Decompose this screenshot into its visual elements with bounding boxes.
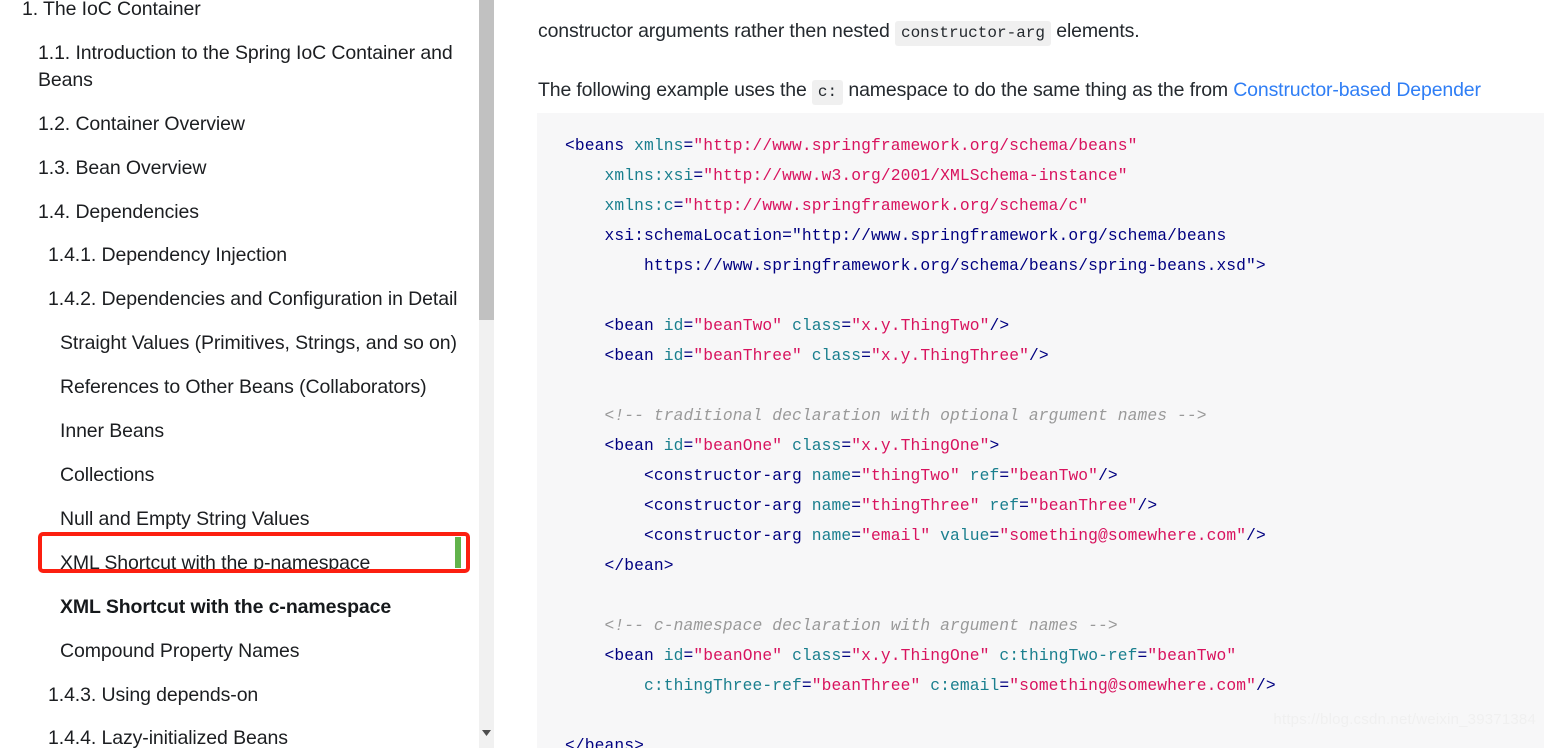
inline-code-c-prefix: c: — [811, 79, 844, 105]
link-constructor-based-dependency-injection[interactable]: Constructor-based Depender — [1233, 79, 1481, 101]
toc-item[interactable]: 1.4.2. Dependencies and Configuration in… — [0, 282, 472, 317]
paragraph2-middle: namespace to do the same thing as the fr… — [843, 78, 1234, 101]
toc-item[interactable]: 1.1. Introduction to the Spring IoC Cont… — [0, 36, 472, 98]
toc-item[interactable]: Compound Property Names — [0, 634, 472, 669]
toc-item-active[interactable]: XML Shortcut with the c-namespace — [0, 590, 472, 625]
toc-item[interactable]: Inner Beans — [0, 414, 472, 449]
paragraph1-after: elements. — [1051, 19, 1140, 42]
toc-item[interactable]: References to Other Beans (Collaborators… — [0, 370, 472, 405]
paragraph-c-namespace-intro: The following example uses the c: namesp… — [538, 76, 1481, 105]
toc-item[interactable]: 1.4.1. Dependency Injection — [0, 238, 472, 273]
code-content: <beans xmlns="http://www.springframework… — [565, 136, 1276, 748]
code-block-xml-beans: <beans xmlns="http://www.springframework… — [537, 113, 1544, 748]
toc-list: 1. The IoC Container 1.1. Introduction to… — [0, 0, 472, 748]
watermark-text: https://blog.csdn.net/weixin_39371384 — [1273, 711, 1536, 728]
toc-item[interactable]: 1.4.4. Lazy-initialized Beans — [0, 721, 472, 748]
sidebar-toc: 1. The IoC Container 1.1. Introduction to… — [0, 0, 472, 748]
active-section-indicator — [455, 537, 461, 568]
toc-item[interactable]: 1.4. Dependencies — [0, 195, 472, 230]
toc-item[interactable]: Straight Values (Primitives, Strings, an… — [0, 326, 472, 361]
toc-item[interactable]: 1.3. Bean Overview — [0, 151, 472, 186]
paragraph2-before: The following example uses the — [538, 78, 812, 101]
toc-item[interactable]: XML Shortcut with the p-namespace — [0, 546, 472, 581]
main-content: constructor arguments rather then nested… — [495, 0, 1544, 748]
page-root: 1. The IoC Container 1.1. Introduction to… — [0, 0, 1544, 748]
paragraph1-before: constructor arguments rather then nested — [538, 19, 895, 42]
toc-item[interactable]: Null and Empty String Values — [0, 502, 472, 537]
inline-code-constructor-arg: constructor-arg — [894, 20, 1051, 46]
toc-item[interactable]: 1.2. Container Overview — [0, 107, 472, 142]
chevron-down-icon[interactable] — [479, 725, 494, 741]
toc-item[interactable]: Collections — [0, 458, 472, 493]
toc-item[interactable]: 1. The IoC Container — [0, 0, 472, 27]
sidebar-scrollbar-thumb[interactable] — [479, 0, 494, 320]
toc-item[interactable]: 1.4.3. Using depends-on — [0, 678, 472, 713]
paragraph-constructor-args: constructor arguments rather then nested… — [538, 17, 1140, 46]
